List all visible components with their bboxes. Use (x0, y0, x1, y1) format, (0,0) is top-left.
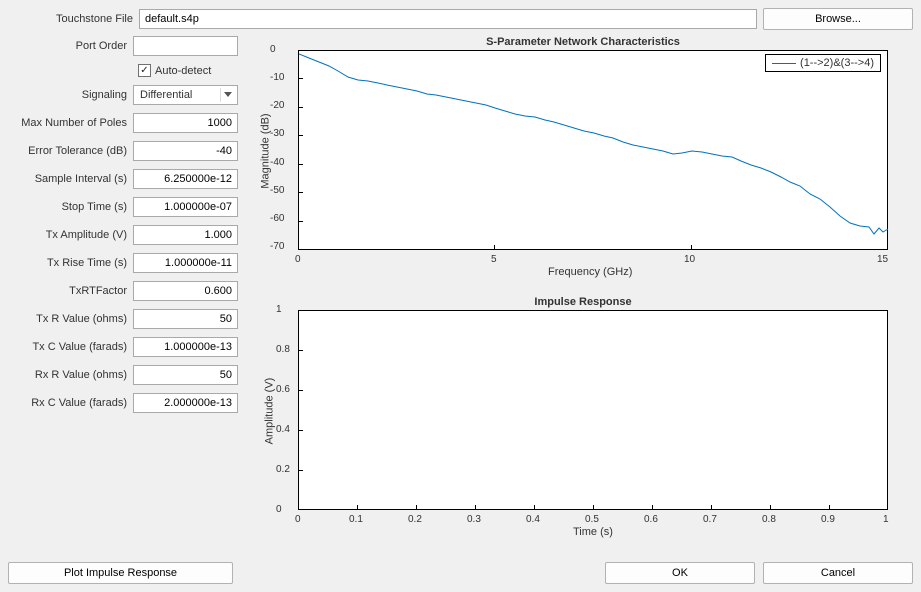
x-tick: 0.3 (467, 514, 481, 525)
y-tick: 0 (276, 504, 282, 515)
x-tick: 0 (295, 514, 301, 525)
x-tick: 15 (877, 254, 888, 265)
y-tick: 0 (270, 44, 276, 55)
x-tick: 0.1 (349, 514, 363, 525)
y-tick: 1 (276, 304, 282, 315)
sparam-title: S-Parameter Network Characteristics (253, 36, 913, 48)
y-tick: 0.8 (276, 344, 290, 355)
rx-c-label: Rx C Value (farads) (8, 397, 133, 409)
y-tick: -10 (270, 72, 284, 83)
sample-interval-input[interactable] (133, 169, 238, 189)
y-tick: -60 (270, 213, 284, 224)
legend-text: (1-->2)&(3-->4) (800, 57, 874, 69)
legend-line-icon (772, 63, 796, 64)
y-tick: 0.2 (276, 464, 290, 475)
plot-impulse-button[interactable]: Plot Impulse Response (8, 562, 233, 584)
signaling-select[interactable]: Differential (133, 85, 238, 105)
tx-r-input[interactable] (133, 309, 238, 329)
signaling-value: Differential (140, 89, 192, 101)
x-tick: 0.2 (408, 514, 422, 525)
touchstone-file-input[interactable] (139, 9, 757, 29)
sparam-plot-area: (1-->2)&(3-->4) (298, 50, 888, 250)
tx-rt-input[interactable] (133, 281, 238, 301)
impulse-ylabel: Amplitude (V) (263, 378, 275, 445)
y-tick: -20 (270, 100, 284, 111)
tx-c-label: Tx C Value (farads) (8, 341, 133, 353)
rx-c-input[interactable] (133, 393, 238, 413)
sample-interval-label: Sample Interval (s) (8, 173, 133, 185)
tx-c-input[interactable] (133, 337, 238, 357)
sparam-chart: S-Parameter Network Characteristics (1--… (253, 36, 913, 286)
port-order-input[interactable] (133, 36, 238, 56)
y-tick: -30 (270, 128, 284, 139)
tx-amp-input[interactable] (133, 225, 238, 245)
bottom-bar: Plot Impulse Response OK Cancel (8, 562, 913, 584)
auto-detect-checkbox[interactable]: ✓ (138, 64, 151, 77)
x-tick: 0 (295, 254, 301, 265)
x-tick: 0.9 (821, 514, 835, 525)
impulse-title: Impulse Response (253, 296, 913, 308)
x-tick: 0.4 (526, 514, 540, 525)
y-tick: 0.4 (276, 424, 290, 435)
x-tick: 10 (684, 254, 695, 265)
browse-button[interactable]: Browse... (763, 8, 913, 30)
y-tick: -50 (270, 185, 284, 196)
err-tol-label: Error Tolerance (dB) (8, 145, 133, 157)
auto-detect-label: Auto-detect (155, 65, 211, 77)
file-row: Touchstone File Browse... (8, 8, 913, 30)
y-tick: -70 (270, 241, 284, 252)
signaling-label: Signaling (8, 89, 133, 101)
tx-amp-label: Tx Amplitude (V) (8, 229, 133, 241)
sparam-ylabel: Magnitude (dB) (260, 113, 272, 188)
ok-button[interactable]: OK (605, 562, 755, 584)
stop-time-input[interactable] (133, 197, 238, 217)
stop-time-label: Stop Time (s) (8, 201, 133, 213)
x-tick: 1 (883, 514, 889, 525)
impulse-chart: Impulse Response 1 0.8 0.6 0.4 0.2 0 0 (253, 296, 913, 546)
rx-r-label: Rx R Value (ohms) (8, 369, 133, 381)
tx-rt-label: TxRTFactor (8, 285, 133, 297)
sparam-legend: (1-->2)&(3-->4) (765, 54, 881, 72)
x-tick: 0.8 (762, 514, 776, 525)
x-tick: 0.6 (644, 514, 658, 525)
charts-panel: S-Parameter Network Characteristics (1--… (253, 36, 913, 546)
x-tick: 0.7 (703, 514, 717, 525)
tx-rise-input[interactable] (133, 253, 238, 273)
tx-r-label: Tx R Value (ohms) (8, 313, 133, 325)
max-poles-label: Max Number of Poles (8, 117, 133, 129)
x-tick: 0.5 (585, 514, 599, 525)
port-order-label: Port Order (8, 40, 133, 52)
impulse-plot-area (298, 310, 888, 510)
err-tol-input[interactable] (133, 141, 238, 161)
rx-r-input[interactable] (133, 365, 238, 385)
x-tick: 5 (491, 254, 497, 265)
max-poles-input[interactable] (133, 113, 238, 133)
file-label: Touchstone File (8, 13, 133, 25)
sidebar: Port Order ✓ Auto-detect Signaling Diffe… (8, 36, 243, 546)
cancel-button[interactable]: Cancel (763, 562, 913, 584)
impulse-xlabel: Time (s) (573, 526, 613, 538)
tx-rise-label: Tx Rise Time (s) (8, 257, 133, 269)
y-tick: 0.6 (276, 384, 290, 395)
chevron-down-icon (220, 88, 234, 102)
app-root: Touchstone File Browse... Port Order ✓ A… (0, 0, 921, 592)
y-tick: -40 (270, 157, 284, 168)
sparam-xlabel: Frequency (GHz) (548, 266, 632, 278)
